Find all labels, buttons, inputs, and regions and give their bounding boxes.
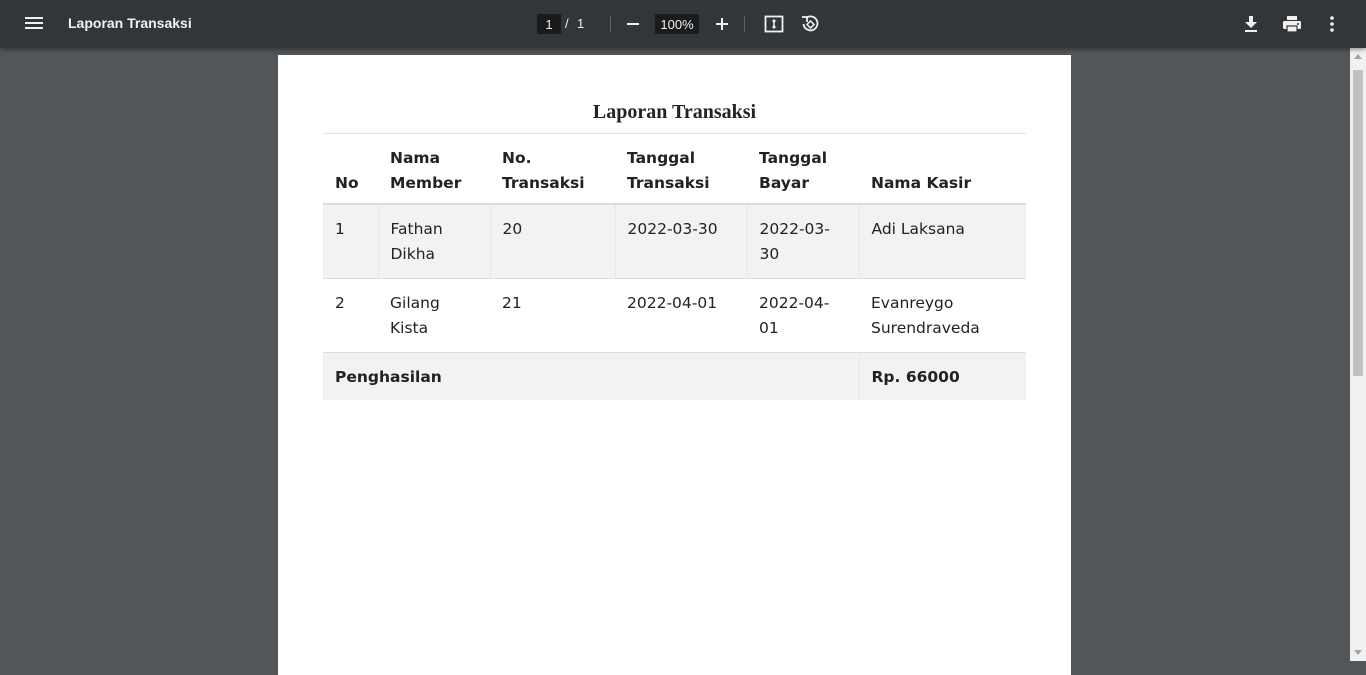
more-options-button[interactable] [1320, 12, 1344, 36]
table-row: 1 Fathan Dikha 20 2022-03-30 2022-03-30 A… [323, 204, 1026, 279]
cell-no: 2 [335, 294, 345, 312]
more-options-icon [1330, 16, 1334, 32]
cell-no-transaksi: 20 [489, 204, 615, 279]
header-nama-member: Nama Member [378, 133, 490, 205]
scroll-down-arrow-icon[interactable] [1354, 650, 1362, 655]
vertical-scrollbar[interactable] [1350, 48, 1366, 661]
footer-total-amount: Rp. 66000 [858, 352, 1026, 400]
rotate-button[interactable] [798, 12, 822, 36]
header-no: No [323, 133, 378, 205]
download-icon [1245, 16, 1257, 32]
scrollbar-thumb[interactable] [1353, 70, 1363, 376]
header-nama-kasir: Nama Kasir [859, 133, 1026, 205]
page-number-input[interactable] [537, 14, 561, 34]
header-tanggal-bayar: Tanggal Bayar [747, 133, 859, 205]
menu-icon[interactable] [22, 14, 46, 34]
rotate-icon [802, 15, 819, 32]
cell-no: 1 [335, 220, 345, 238]
toolbar-divider [744, 16, 745, 32]
footer-label: Penghasilan [335, 368, 442, 386]
zoom-in-icon [716, 18, 728, 30]
scroll-up-arrow-icon[interactable] [1354, 54, 1362, 59]
cell-tanggal-transaksi: 2022-03-30 [614, 204, 747, 279]
cell-tanggal-bayar: 2022-03-30 [746, 204, 859, 279]
header-tanggal-transaksi: Tanggal Transaksi [615, 133, 747, 205]
cell-tanggal-bayar: 2022-04-01 [759, 294, 830, 337]
transaction-table: No Nama Member No. Transaksi Tanggal Transa… [323, 133, 1026, 400]
pdf-toolbar: Laporan Transaksi / 1 [0, 0, 1366, 48]
download-button[interactable] [1239, 12, 1263, 36]
cell-tanggal-transaksi: 2022-04-01 [627, 294, 718, 312]
header-no-transaksi: No. Transaksi [490, 133, 615, 205]
report-title: Laporan Transaksi [592, 101, 757, 123]
document-title: Laporan Transaksi [68, 15, 192, 31]
print-button[interactable] [1280, 12, 1304, 36]
fit-page-button[interactable] [762, 12, 786, 36]
zoom-out-button[interactable] [621, 12, 645, 36]
cell-nama-kasir: Adi Laksana [858, 204, 1026, 279]
zoom-input[interactable] [655, 14, 699, 34]
table-header-row: No Nama Member No. Transaksi Tanggal Transa… [323, 133, 1026, 205]
zoom-out-icon [627, 23, 639, 25]
cell-nama-kasir: Evanreygo Surendraveda [871, 294, 980, 337]
cell-nama-member: Fathan Dikha [377, 204, 490, 279]
zoom-in-button[interactable] [710, 12, 734, 36]
table-row: 2 Gilang Kista 21 2022-04-01 2022-04-01 … [323, 279, 1026, 353]
page-separator: / [565, 16, 569, 31]
fit-page-icon [764, 15, 784, 33]
cell-no-transaksi: 21 [502, 294, 522, 312]
cell-nama-member: Gilang Kista [390, 294, 440, 337]
pdf-page: Laporan Transaksi No Nama Member No. Trans… [278, 55, 1071, 675]
print-icon [1283, 16, 1301, 33]
table-footer-row: Penghasilan Rp. 66000 [323, 352, 1026, 400]
toolbar-divider [610, 16, 611, 32]
page-total: 1 [577, 16, 585, 31]
